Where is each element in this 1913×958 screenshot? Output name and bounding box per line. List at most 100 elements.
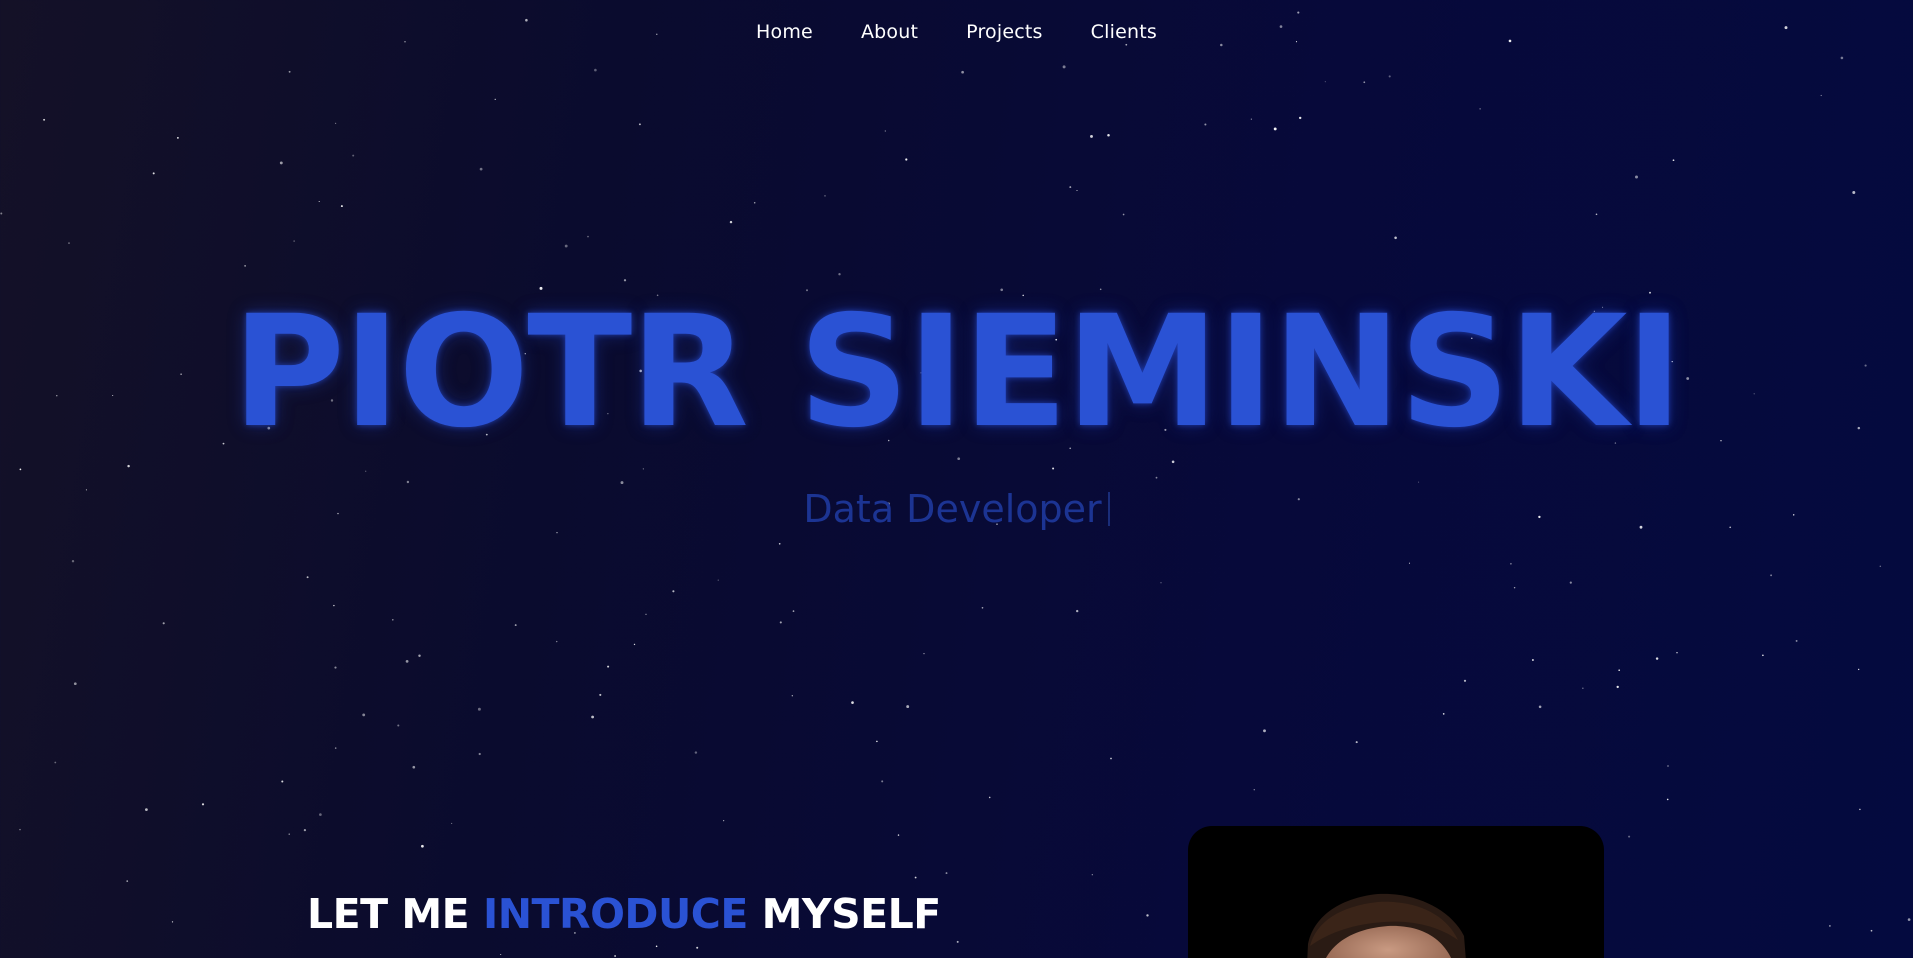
star (43, 118, 46, 121)
star (334, 122, 337, 125)
star (478, 752, 481, 756)
star (923, 652, 925, 655)
star (1655, 657, 1659, 660)
star (421, 844, 424, 848)
star (1770, 574, 1773, 577)
star (564, 244, 568, 248)
star (279, 161, 283, 165)
star (694, 751, 698, 754)
star (306, 576, 309, 579)
star (556, 640, 558, 643)
star (0, 212, 3, 215)
star (778, 542, 781, 545)
star (1155, 476, 1158, 479)
star (1090, 134, 1093, 138)
star (792, 610, 795, 612)
star (1273, 127, 1277, 131)
star (1204, 123, 1207, 126)
star (717, 579, 719, 581)
star (838, 273, 841, 276)
star (614, 955, 616, 957)
profile-photo (1188, 826, 1604, 958)
star (1324, 81, 1326, 83)
star (1858, 668, 1860, 671)
nav-link-projects[interactable]: Projects (966, 21, 1043, 43)
star (1355, 741, 1358, 744)
star (956, 940, 959, 943)
star (451, 822, 453, 824)
star (334, 666, 337, 669)
star (412, 765, 416, 769)
star (851, 701, 854, 704)
star (352, 154, 355, 157)
star (824, 195, 826, 197)
star (319, 813, 322, 816)
star (753, 202, 756, 204)
star (1618, 669, 1621, 672)
star (1110, 757, 1112, 760)
star (897, 834, 900, 836)
star (477, 707, 481, 711)
star (293, 240, 295, 242)
star (1146, 914, 1149, 917)
star (791, 695, 793, 697)
star (645, 613, 647, 615)
star (594, 68, 597, 72)
star (1667, 765, 1669, 767)
star (145, 808, 148, 811)
star (281, 780, 284, 783)
nav-link-home[interactable]: Home (756, 21, 813, 43)
star (1062, 65, 1066, 69)
star (1069, 186, 1072, 189)
star (591, 715, 594, 719)
hero-role-text: Data Developer (803, 487, 1102, 531)
star (201, 803, 205, 806)
star (1418, 481, 1420, 483)
star (961, 70, 964, 74)
star (1298, 116, 1302, 120)
star (1676, 652, 1678, 654)
star (1463, 679, 1467, 682)
star (1107, 133, 1110, 137)
nav-link-about[interactable]: About (861, 21, 918, 43)
star (642, 468, 644, 470)
star (1250, 118, 1252, 120)
star (494, 98, 496, 101)
star (288, 833, 290, 835)
star (1859, 808, 1861, 811)
star (696, 946, 699, 949)
star (73, 682, 77, 686)
introduce-heading-part2: MYSELF (747, 890, 942, 938)
star (1879, 565, 1882, 568)
star (318, 200, 320, 203)
star (1569, 581, 1572, 584)
star (176, 136, 179, 139)
star (1052, 467, 1055, 470)
star (71, 559, 75, 563)
star (1253, 788, 1256, 791)
star (1907, 918, 1911, 921)
star (1388, 75, 1391, 78)
nav-link-clients[interactable]: Clients (1091, 21, 1157, 43)
star (1635, 175, 1638, 179)
star (54, 761, 57, 764)
star (1666, 798, 1669, 801)
star (914, 876, 917, 879)
star (1672, 159, 1675, 162)
star (1595, 213, 1598, 216)
star (672, 590, 675, 593)
star (514, 624, 517, 627)
star (171, 921, 174, 923)
starfield-background (0, 11, 1911, 957)
star (1762, 654, 1764, 657)
star (633, 643, 636, 646)
introduce-heading-accent: INTRODUCE (482, 890, 748, 938)
top-navigation: Home About Projects Clients (0, 0, 1913, 64)
star (19, 468, 22, 471)
hero-name-heading: PIOTR SIEMINSKI (232, 283, 1683, 462)
star (162, 622, 165, 625)
introduce-heading: LET ME INTRODUCE MYSELF (307, 888, 941, 940)
star (620, 481, 624, 485)
star (1442, 713, 1445, 715)
star (1363, 81, 1366, 84)
